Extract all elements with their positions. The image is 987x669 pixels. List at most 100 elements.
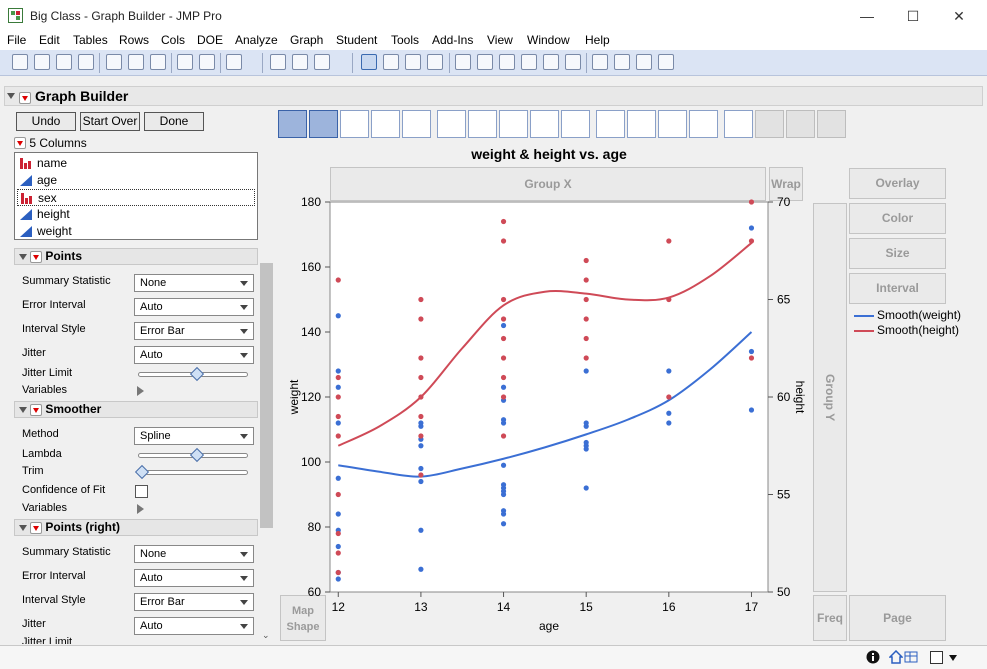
jitter-right-select[interactable]: Auto: [134, 617, 254, 635]
menu-graph[interactable]: Graph: [290, 33, 323, 47]
freq-zone[interactable]: Freq: [813, 595, 847, 641]
formula-element-icon[interactable]: [755, 110, 784, 138]
data-table-icon[interactable]: [904, 650, 918, 664]
points-menu-icon[interactable]: [30, 250, 42, 263]
new-data-table-icon[interactable]: [12, 54, 28, 70]
menu-window[interactable]: Window: [527, 33, 570, 47]
summary-statistic-right-select[interactable]: None: [134, 545, 254, 563]
column-item-name[interactable]: name: [17, 155, 255, 172]
red-triangle-menu-icon[interactable]: [19, 91, 31, 104]
column-item-weight[interactable]: weight: [17, 223, 255, 240]
menu-add-ins[interactable]: Add-Ins: [432, 33, 473, 47]
done-button[interactable]: Done: [144, 112, 204, 131]
menu-help[interactable]: Help: [585, 33, 610, 47]
new-script-icon[interactable]: [34, 54, 50, 70]
maximize-button[interactable]: ☐: [890, 0, 936, 32]
start-over-button[interactable]: Start Over: [80, 112, 140, 131]
summary-statistic-select[interactable]: None: [134, 274, 254, 292]
disclosure-icon[interactable]: [19, 406, 27, 413]
columns-menu-icon[interactable]: [14, 137, 26, 149]
ellipse-element-icon[interactable]: [371, 110, 400, 138]
error-interval-select[interactable]: Auto: [134, 298, 254, 316]
line-element-icon[interactable]: [437, 110, 466, 138]
polygon-tool-icon[interactable]: [636, 54, 652, 70]
area-element-icon[interactable]: [499, 110, 528, 138]
grabber-hand-icon[interactable]: [455, 54, 471, 70]
method-select[interactable]: Spline: [134, 427, 254, 445]
scrollbar-thumb[interactable]: [260, 263, 273, 528]
interval-zone[interactable]: Interval: [849, 273, 946, 304]
lock-icon[interactable]: [199, 54, 215, 70]
selection-tool-icon[interactable]: [405, 54, 421, 70]
window-list-dropdown-icon[interactable]: [949, 655, 957, 661]
expand-arrow-icon[interactable]: [137, 504, 144, 514]
lasso-tool-icon[interactable]: [499, 54, 515, 70]
disclosure-icon[interactable]: [7, 93, 15, 99]
annotate-tool-icon[interactable]: [592, 54, 608, 70]
menu-rows[interactable]: Rows: [119, 33, 149, 47]
menu-tools[interactable]: Tools: [391, 33, 419, 47]
scroll-down-icon[interactable]: ⌄: [262, 630, 270, 641]
bar-element-icon[interactable]: [468, 110, 497, 138]
disclosure-icon[interactable]: [19, 524, 27, 531]
menu-edit[interactable]: Edit: [39, 33, 60, 47]
undo-button[interactable]: Undo: [16, 112, 76, 131]
heatmap-element-icon[interactable]: [596, 110, 625, 138]
trim-slider[interactable]: [134, 464, 248, 480]
window-list-box[interactable]: [930, 651, 943, 664]
copy-icon[interactable]: [128, 54, 144, 70]
box-plot-element-icon[interactable]: [530, 110, 559, 138]
size-zone[interactable]: Size: [849, 238, 946, 269]
disclosure-icon[interactable]: [19, 253, 27, 260]
menu-student[interactable]: Student: [336, 33, 377, 47]
save-icon[interactable]: [78, 54, 94, 70]
slider-thumb[interactable]: [189, 366, 205, 382]
menu-tables[interactable]: Tables: [73, 33, 108, 47]
chart-svg[interactable]: 12 13 14 15 16 17 60 80 100 120 140 160 180 50 55 60 65 7…: [290, 190, 810, 645]
menu-view[interactable]: View: [487, 33, 513, 47]
legend-item-weight[interactable]: Smooth(weight): [852, 308, 961, 323]
jitter-limit-slider[interactable]: [138, 366, 248, 382]
column-item-sex[interactable]: sex: [17, 189, 255, 206]
crosshairs-icon[interactable]: [543, 54, 559, 70]
page-zone[interactable]: Page: [849, 595, 946, 641]
crosshair-tool-icon[interactable]: [427, 54, 443, 70]
arrow-tool-icon[interactable]: [361, 54, 377, 70]
line-of-fit-element-icon[interactable]: [340, 110, 369, 138]
open-folder-icon[interactable]: [56, 54, 72, 70]
smoother-menu-icon[interactable]: [30, 403, 42, 416]
column-item-age[interactable]: age: [17, 172, 255, 189]
map-shapes-element-icon[interactable]: [786, 110, 815, 138]
arrow-annotate-icon[interactable]: [614, 54, 630, 70]
column-item-height[interactable]: height: [17, 206, 255, 223]
table-tool-icon[interactable]: [270, 54, 286, 70]
cut-icon[interactable]: [106, 54, 122, 70]
error-interval-right-select[interactable]: Auto: [134, 569, 254, 587]
paste-icon[interactable]: [150, 54, 166, 70]
menu-cols[interactable]: Cols: [161, 33, 185, 47]
brush-tool-icon[interactable]: [477, 54, 493, 70]
parallel-element-icon[interactable]: [817, 110, 846, 138]
group-y-zone[interactable]: Group Y: [813, 203, 847, 592]
color-zone[interactable]: Color: [849, 203, 946, 234]
line-tool-icon[interactable]: [565, 54, 581, 70]
search-icon[interactable]: [226, 54, 242, 70]
histogram-element-icon[interactable]: [561, 110, 590, 138]
smoother-section-header[interactable]: Smoother: [14, 401, 258, 418]
jitter-select[interactable]: Auto: [134, 346, 254, 364]
slider-thumb[interactable]: [134, 464, 150, 480]
slider-thumb[interactable]: [189, 447, 205, 463]
info-icon[interactable]: [866, 650, 880, 664]
interval-style-right-select[interactable]: Error Bar: [134, 593, 254, 611]
expand-arrow-icon[interactable]: [137, 386, 144, 396]
home-icon[interactable]: [889, 650, 903, 664]
columns-tool-icon[interactable]: [292, 54, 308, 70]
points-element-icon[interactable]: [278, 110, 307, 138]
contour-element-icon[interactable]: [402, 110, 431, 138]
points-section-header[interactable]: Points: [14, 248, 258, 265]
lambda-slider[interactable]: [138, 447, 248, 463]
caption-box-element-icon[interactable]: [724, 110, 753, 138]
minimize-button[interactable]: —: [844, 0, 890, 32]
pie-element-icon[interactable]: [627, 110, 656, 138]
jitter-points-element-icon[interactable]: [309, 110, 338, 138]
